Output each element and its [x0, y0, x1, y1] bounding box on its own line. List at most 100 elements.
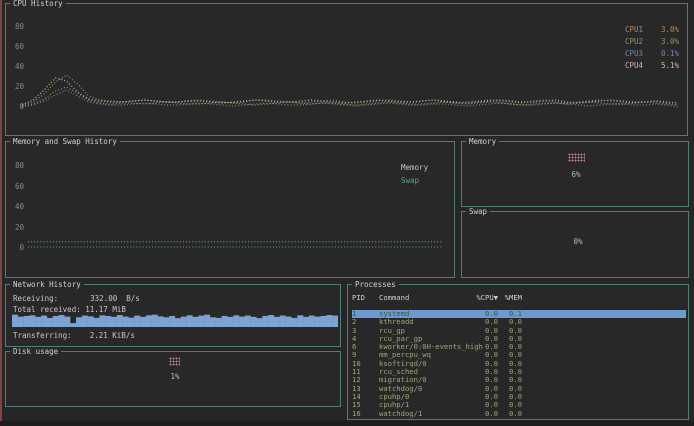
total-received-label: Total received:: [13, 305, 81, 314]
process-table-header: PID Command %CPU▼ %MEM: [352, 293, 686, 302]
network-spark-bar: [198, 316, 204, 327]
process-row-watchdog/1[interactable]: 16watchdog/10.00.0: [352, 410, 686, 418]
column-header-command[interactable]: Command: [379, 293, 467, 302]
memory-swap-history-panel: Memory and Swap History 806040200 Memory…: [5, 141, 455, 278]
process-mem: 0.0: [498, 410, 522, 418]
network-spark-bar: [291, 318, 297, 327]
memory-swap-history-title: Memory and Swap History: [10, 137, 120, 146]
network-transferring-row: Transferring:2.21 KiB/s: [13, 331, 135, 340]
terminal-left-edge: [0, 0, 2, 426]
network-sparkline: [12, 314, 338, 327]
network-spark-bar: [280, 316, 286, 327]
network-spark-bar: [268, 315, 274, 327]
network-spark-bar: [64, 317, 70, 327]
network-spark-bar: [297, 315, 303, 327]
cpu-legend-label: CPU3: [625, 49, 643, 58]
network-spark-bar: [227, 317, 233, 327]
network-spark-bar: [286, 317, 292, 327]
cpu-legend-value: 3.0%: [661, 37, 679, 46]
cpu-legend-item-cpu1: CPU13.0%: [625, 25, 679, 34]
cpu-legend-item-cpu2: CPU23.0%: [625, 37, 679, 46]
network-spark-bar: [99, 315, 105, 327]
network-spark-bar: [262, 316, 268, 327]
terminal-bottom-edge: [0, 421, 694, 426]
swap-percent: 0%: [558, 237, 598, 246]
network-spark-bar: [41, 316, 47, 327]
cpu-legend-item-cpu4: CPU4 5.1%: [625, 61, 679, 70]
network-spark-bar: [152, 315, 158, 327]
network-spark-bar: [245, 316, 251, 327]
network-spark-bar: [117, 315, 123, 327]
network-spark-bar: [105, 316, 111, 327]
network-spark-bar: [326, 315, 332, 327]
memory-swap-chart: [6, 142, 456, 279]
network-spark-bar: [332, 316, 338, 327]
process-pid: 6: [352, 343, 379, 351]
memory-gauge-title: Memory: [466, 137, 499, 146]
receiving-value: 332.00 B/s: [90, 294, 140, 303]
swap-gauge-panel: Swap 0%: [461, 211, 689, 278]
network-spark-bar: [192, 317, 198, 327]
network-spark-bar: [222, 316, 228, 327]
network-spark-bar: [239, 317, 245, 327]
transferring-label: Transferring:: [13, 331, 72, 340]
column-header-mem[interactable]: %MEM: [498, 293, 522, 302]
network-spark-bar: [140, 317, 146, 327]
cpu-legend: CPU13.0%CPU23.0%CPU30.1%CPU45.1%: [625, 25, 679, 70]
network-receiving-row: Receiving:332.00 B/s: [13, 294, 140, 303]
network-spark-bar: [111, 317, 117, 327]
network-spark-bar: [257, 318, 263, 327]
network-spark-bar: [158, 316, 164, 327]
network-spark-bar: [128, 318, 134, 327]
network-spark-bar: [181, 317, 187, 327]
process-rows: 1systemd0.00.12kthreadd0.00.03rcu_gp0.00…: [352, 310, 686, 418]
disk-usage-title: Disk usage: [10, 347, 61, 356]
network-spark-bar: [233, 315, 239, 327]
network-history-panel: Network History Receiving:332.00 B/s Tot…: [5, 284, 341, 347]
disk-percent: 1%: [155, 372, 195, 381]
network-spark-bar: [59, 315, 65, 327]
process-pid: 2: [352, 318, 379, 326]
cpu-legend-label: CPU1: [625, 25, 643, 34]
network-spark-bar: [146, 315, 152, 327]
memswap-legend-item-swap: Swap: [401, 175, 428, 187]
processes-title: Processes: [352, 280, 399, 289]
cpu-legend-value: 5.1%: [661, 61, 679, 70]
process-pid: 4: [352, 335, 379, 343]
network-spark-bar: [12, 315, 18, 327]
series-cpu1: [22, 75, 678, 106]
network-spark-bar: [18, 317, 24, 327]
network-spark-bar: [175, 318, 181, 327]
network-spark-bar: [94, 318, 100, 327]
column-header-cpu[interactable]: %CPU▼: [467, 293, 498, 302]
cpu-history-panel: CPU History 806040200 CPU13.0%CPU23.0%CP…: [5, 3, 688, 136]
network-spark-bar: [204, 315, 210, 327]
process-pid: 3: [352, 327, 379, 335]
series-cpu2: [22, 87, 678, 107]
process-pid: 1: [352, 310, 379, 318]
system-monitor-screen: { "app": { "background": "#262626", "bor…: [0, 0, 694, 426]
network-spark-bar: [163, 317, 169, 327]
network-spark-bar: [29, 315, 35, 327]
network-spark-bar: [169, 316, 175, 327]
processes-panel: Processes PID Command %CPU▼ %MEM 1system…: [347, 284, 689, 420]
cpu-legend-label: CPU4: [625, 61, 643, 70]
process-pid: 16: [352, 410, 379, 418]
memswap-legend-item-memory: Memory: [401, 162, 428, 174]
cpu-history-title: CPU History: [10, 0, 66, 8]
disk-usage-panel: Disk usage 1%: [5, 351, 341, 407]
memory-gauge-panel: Memory 6%: [461, 141, 689, 207]
network-spark-bar: [251, 317, 257, 327]
network-spark-bar: [274, 317, 280, 327]
memory-percent: 6%: [556, 170, 596, 179]
network-spark-bar: [123, 317, 129, 327]
network-spark-bar: [210, 317, 216, 327]
cpu-legend-value: 0.1%: [661, 49, 679, 58]
cpu-history-chart: [6, 4, 689, 137]
network-spark-bar: [321, 316, 327, 327]
network-spark-bar: [47, 318, 53, 327]
column-header-pid[interactable]: PID: [352, 293, 379, 302]
network-spark-bar: [70, 323, 76, 327]
cpu-legend-item-cpu3: CPU3 0.1%: [625, 49, 679, 58]
network-spark-bar: [303, 317, 309, 327]
